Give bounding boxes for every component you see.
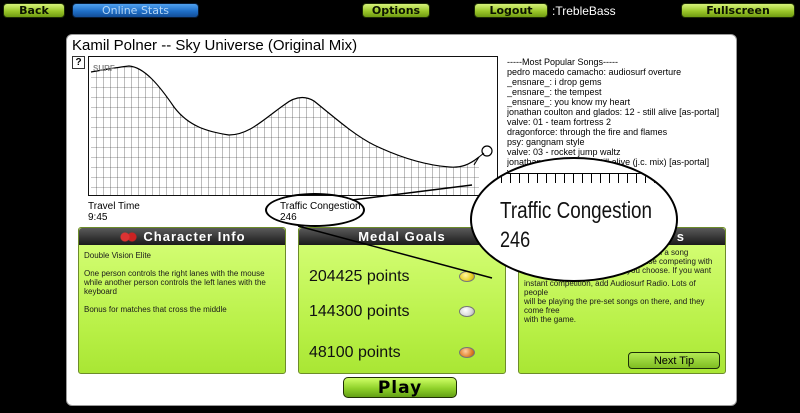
character-description: One person controls the right lanes with… [84,269,266,296]
fullscreen-button[interactable]: Fullscreen [681,3,795,18]
list-item[interactable]: jonathan coulton and glados: 12 - still … [507,107,732,117]
character-info-title: Character Info [143,229,246,244]
highlight-ellipse [265,193,365,227]
list-item[interactable]: _ensnare_: i drop gems [507,77,732,87]
next-tip-button[interactable]: Next Tip [628,352,720,369]
logout-button[interactable]: Logout [474,3,548,18]
list-item[interactable]: _ensnare_: the tempest [507,87,732,97]
help-icon[interactable]: ? [72,56,85,69]
character-info-header: Character Info [79,228,285,245]
popular-songs-header: -----Most Popular Songs----- [507,57,619,67]
silver-medal-icon [459,306,475,317]
list-item[interactable]: valve: 01 - team fortress 2 [507,117,732,127]
list-item[interactable]: dragonforce: through the fire and flames [507,127,732,137]
character-name: Double Vision Elite [84,251,152,260]
track-graph: SURF [88,56,498,196]
character-bonus: Bonus for matches that cross the middle [84,305,227,314]
list-item[interactable]: _ensnare_: you know my heart [507,97,732,107]
tip-line: will be playing the pre-set songs on the… [524,297,705,315]
travel-time-value: 9:45 [88,212,108,223]
options-button[interactable]: Options [362,3,430,18]
username-label: :TrebleBass [552,4,616,18]
track-elevation-chart: SURF [90,64,493,195]
medal-goal-silver: 144300 points [309,303,410,320]
travel-time-label: Travel Time [88,201,140,212]
graph-brand-text: SURF [93,64,115,73]
online-stats-button[interactable]: Online Stats [72,3,199,18]
magnified-traffic-label: Traffic Congestion [500,197,653,223]
magnified-traffic-value: 246 [500,227,531,252]
tip-line: with the game. [524,315,577,324]
magnified-graph-edge [492,173,672,183]
character-info-box: Character Info Double Vision Elite One p… [78,227,286,374]
tip-line: instant competition, add Audiosurf Radio… [524,279,696,297]
song-title: Kamil Polner -- Sky Universe (Original M… [72,37,358,54]
magnifier-overlay: Traffic Congestion 246 [470,157,678,282]
gold-medal-icon [459,271,475,282]
character-icon [118,230,139,243]
tip-line: you choose. If you want [627,266,712,275]
list-item[interactable]: pedro macedo camacho: audiosurf overture [507,67,732,77]
list-item[interactable]: psy: gangnam style [507,137,732,147]
medal-goal-bronze: 48100 points [309,344,401,361]
list-item[interactable]: valve: 03 - rocket jump waltz [507,147,732,157]
play-button[interactable]: Play [343,377,457,398]
bronze-medal-icon [459,347,475,358]
medal-goals-box: Medal Goals 204425 points 144300 points … [298,227,506,374]
back-button[interactable]: Back [3,3,65,18]
medal-goal-gold: 204425 points [309,268,410,285]
